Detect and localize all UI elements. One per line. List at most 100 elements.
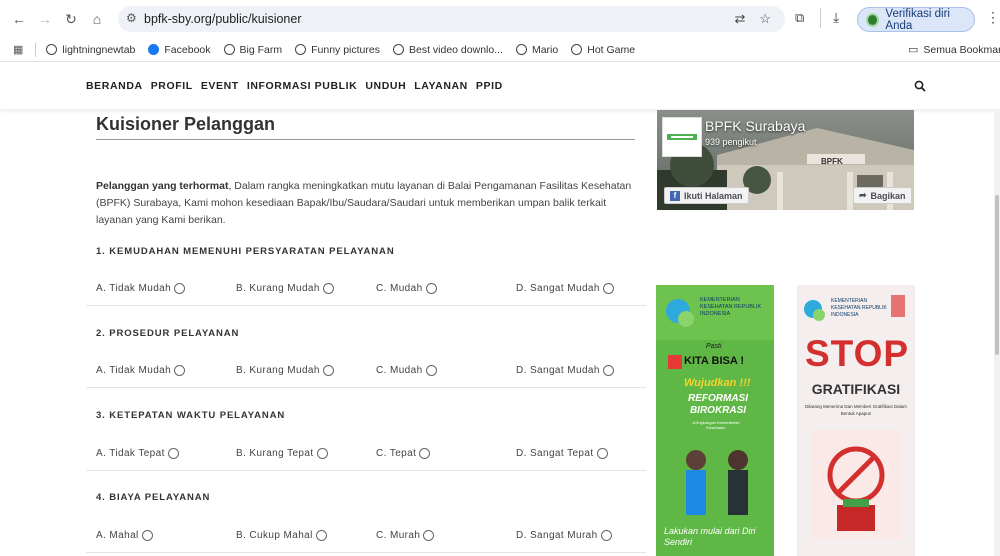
answer-option[interactable]: D. Sangat Murah (516, 530, 612, 541)
bpfk-logo-icon (667, 134, 697, 140)
download-icon[interactable]: ⤓ (833, 9, 839, 26)
back-icon[interactable]: ← (8, 8, 30, 30)
search-icon[interactable] (914, 80, 926, 92)
folder-icon: ▭ (908, 44, 919, 56)
follow-page-button[interactable]: f Ikuti Halaman (664, 187, 749, 204)
radio-button[interactable] (322, 365, 334, 376)
banner-reformasi-birokrasi[interactable]: KEMENTERIAN KESEHATAN REPUBLIK INDONESIA… (656, 285, 774, 556)
answer-option[interactable]: D. Sangat Mudah (516, 283, 614, 294)
answer-option[interactable]: A. Tidak Mudah (96, 365, 186, 376)
answer-option[interactable]: A. Tidak Tepat (96, 448, 179, 459)
reload-icon[interactable]: ↻ (60, 8, 82, 30)
answer-option[interactable]: A. Mahal (96, 530, 153, 541)
bookmark-item[interactable]: Best video downlo... (392, 43, 503, 56)
banner-text-lingkungan: di lingkungan Kementerian Kesehatan (692, 420, 740, 430)
nav-item-beranda[interactable]: BERANDA (86, 80, 143, 92)
option-label: A. Mahal (96, 530, 139, 541)
banner-stop-gratifikasi[interactable]: KEMENTERIAN KESEHATAN REPUBLIK INDONESIA… (797, 285, 915, 556)
answer-option[interactable]: D. Sangat Tepat (516, 448, 608, 459)
globe-icon (46, 44, 58, 55)
bookmark-star-icon[interactable]: ☆ (759, 11, 771, 27)
answer-option[interactable]: C. Tepat (376, 448, 431, 459)
verify-button[interactable]: Verifikasi diri Anda (857, 7, 975, 32)
radio-button[interactable] (602, 365, 614, 376)
apps-grid-icon[interactable]: ▦ (13, 43, 23, 56)
radio-button[interactable] (141, 530, 153, 541)
answer-option[interactable]: C. Murah (376, 530, 435, 541)
radio-button[interactable] (423, 530, 435, 541)
answer-option[interactable]: B. Kurang Tepat (236, 448, 328, 459)
option-label: B. Kurang Tepat (236, 448, 314, 459)
nav-item-profil[interactable]: PROFIL (151, 80, 193, 92)
option-label: D. Sangat Mudah (516, 283, 600, 294)
banner-text-pasti: Pasti (706, 343, 722, 350)
nav-item-layanan[interactable]: LAYANAN (414, 80, 468, 92)
option-label: A. Tidak Mudah (96, 365, 172, 376)
radio-button[interactable] (167, 448, 179, 459)
answer-option[interactable]: B. Kurang Mudah (236, 365, 334, 376)
bookmark-item[interactable]: Facebook (148, 44, 211, 56)
globe-icon (223, 44, 235, 55)
radio-button[interactable] (322, 283, 334, 294)
radio-button[interactable] (596, 448, 608, 459)
ministry-text: KEMENTERIAN KESEHATAN REPUBLIK INDONESIA (700, 297, 762, 317)
question-divider (86, 470, 646, 471)
bookmark-item[interactable]: Hot Game (571, 44, 635, 56)
banner-background (797, 285, 915, 556)
answer-option[interactable]: B. Cukup Mahal (236, 530, 327, 541)
globe-icon (392, 44, 404, 55)
radio-button[interactable] (600, 530, 612, 541)
option-label: D. Sangat Tepat (516, 448, 594, 459)
question-divider (86, 552, 646, 553)
radio-button[interactable] (602, 283, 614, 294)
nav-item-informasi-publik[interactable]: INFORMASI PUBLIK (247, 80, 358, 92)
facebook-icon: f (670, 190, 680, 201)
forward-icon[interactable]: → (34, 8, 56, 30)
site-navbar: BERANDA PROFIL EVENT INFORMASI PUBLIK UN… (0, 63, 1000, 109)
bookmark-item[interactable]: Big Farm (223, 44, 282, 56)
answer-option[interactable]: B. Kurang Mudah (236, 283, 334, 294)
radio-button[interactable] (315, 530, 327, 541)
radio-button[interactable] (425, 365, 437, 376)
intro-paragraph: Pelanggan yang terhormat, Dalam rangka m… (96, 178, 636, 229)
page-logo[interactable] (662, 117, 702, 157)
radio-button[interactable] (316, 448, 328, 459)
bookmarks-bar: ▦ lightningnewtab Facebook Big Farm Funn… (0, 38, 1000, 62)
site-info-icon[interactable]: ⚙ (126, 11, 137, 25)
page-scrollbar[interactable] (994, 110, 1000, 556)
radio-button[interactable] (174, 283, 186, 294)
question-divider (86, 387, 646, 388)
all-bookmarks-button[interactable]: ▭ Semua Bookmark (908, 43, 1000, 57)
radio-button[interactable] (174, 365, 186, 376)
nav-item-unduh[interactable]: UNDUH (365, 80, 406, 92)
home-icon[interactable]: ⌂ (86, 8, 108, 30)
scrollbar-thumb[interactable] (995, 195, 999, 355)
banner-text-kita-bisa: KITA BISA ! (684, 355, 745, 367)
address-bar[interactable]: ⚙ bpfk-sby.org/public/kuisioner ⇄ ☆ (118, 6, 785, 32)
question-title: 4. BIAYA PELAYANAN (96, 492, 211, 503)
bookmark-item[interactable]: lightningnewtab (46, 44, 135, 56)
all-bookmarks-label: Semua Bookmark (923, 43, 1000, 56)
bookmark-label: Best video downlo... (408, 43, 503, 56)
radio-button[interactable] (425, 283, 437, 294)
bookmark-item[interactable]: Funny pictures (295, 44, 380, 56)
radio-button[interactable] (419, 448, 431, 459)
nav-item-event[interactable]: EVENT (201, 80, 239, 92)
question-title: 1. KEMUDAHAN MEMENUHI PERSYARATAN PELAYA… (96, 246, 395, 257)
extensions-icon[interactable]: ⧉ (795, 10, 804, 26)
nav-item-ppid[interactable]: PPID (476, 80, 503, 92)
menu-kebab-icon[interactable]: ⋮ (986, 9, 1000, 26)
answer-option[interactable]: A. Tidak Mudah (96, 283, 186, 294)
option-label: D. Sangat Murah (516, 530, 598, 541)
share-button[interactable]: ➦ Bagikan (853, 187, 912, 204)
answer-option[interactable]: D. Sangat Mudah (516, 365, 614, 376)
question-title: 2. PROSEDUR PELAYANAN (96, 328, 240, 339)
banner-text-lakukan: Lakukan mulai dari Diri Sendiri (664, 526, 756, 547)
url-text[interactable]: bpfk-sby.org/public/kuisioner (144, 12, 301, 26)
translate-icon[interactable]: ⇄ (734, 11, 745, 27)
bookmark-item[interactable]: Mario (515, 44, 558, 56)
facebook-followers: 939 pengikut (705, 137, 757, 147)
answer-option[interactable]: C. Mudah (376, 283, 437, 294)
facebook-page-name[interactable]: BPFK Surabaya (705, 118, 805, 134)
answer-option[interactable]: C. Mudah (376, 365, 437, 376)
